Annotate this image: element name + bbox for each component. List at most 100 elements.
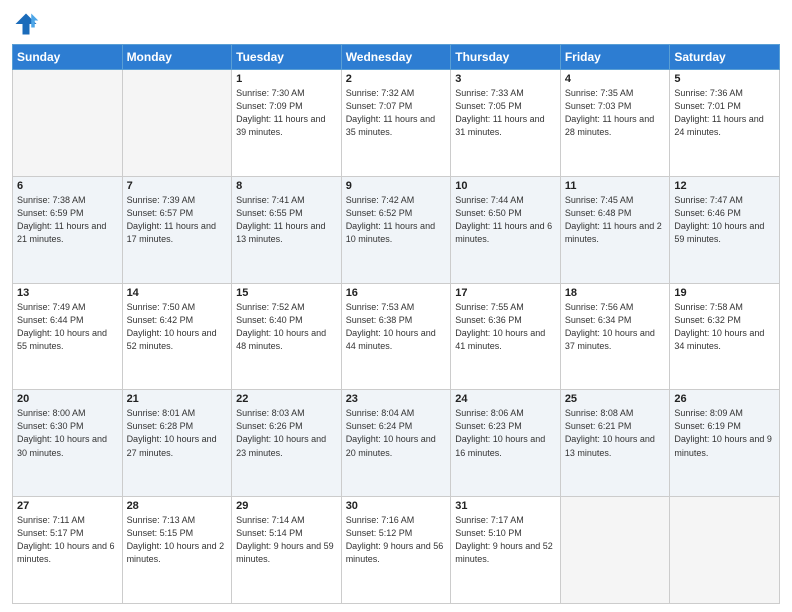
calendar-cell: 9 Sunrise: 7:42 AM Sunset: 6:52 PM Daylig…	[341, 176, 451, 283]
day-number: 20	[17, 393, 118, 405]
calendar-cell: 23 Sunrise: 8:04 AM Sunset: 6:24 PM Dayli…	[341, 390, 451, 497]
calendar-cell: 22Sunrise: 8:03 AM Sunset: 6:26 PM Dayli…	[232, 390, 342, 497]
day-info: Sunrise: 7:39 AM Sunset: 6:57 PM Dayligh…	[127, 194, 228, 246]
calendar-cell: 24 Sunrise: 8:06 AM Sunset: 6:23 PM Dayli…	[451, 390, 561, 497]
day-info: Sunrise: 7:36 AM Sunset: 7:01 PM Dayligh…	[674, 87, 775, 139]
day-number: 6	[17, 180, 118, 192]
day-number: 10	[455, 180, 556, 192]
calendar-cell: 11 Sunrise: 7:45 AM Sunset: 6:48 PM Dayli…	[560, 176, 670, 283]
day-number: 25	[565, 393, 666, 405]
day-number: 3	[455, 73, 556, 85]
day-info: Sunrise: 7:11 AM Sunset: 5:17 PM Dayligh…	[17, 514, 118, 566]
calendar-cell	[560, 497, 670, 604]
day-info: Sunrise: 7:56 AM Sunset: 6:34 PM Dayligh…	[565, 301, 666, 353]
calendar-header-monday: Monday	[122, 45, 232, 70]
calendar-week-1: 1 Sunrise: 7:30 AM Sunset: 7:09 PM Daylig…	[13, 70, 780, 177]
day-info: Sunrise: 7:44 AM Sunset: 6:50 PM Dayligh…	[455, 194, 556, 246]
day-info: Sunrise: 7:50 AM Sunset: 6:42 PM Dayligh…	[127, 301, 228, 353]
calendar-header-saturday: Saturday	[670, 45, 780, 70]
logo-icon	[12, 10, 40, 38]
day-info: Sunrise: 7:17 AM Sunset: 5:10 PM Dayligh…	[455, 514, 556, 566]
day-number: 18	[565, 287, 666, 299]
calendar-cell: 4 Sunrise: 7:35 AM Sunset: 7:03 PM Daylig…	[560, 70, 670, 177]
calendar-cell: 10 Sunrise: 7:44 AM Sunset: 6:50 PM Dayli…	[451, 176, 561, 283]
calendar-cell: 17Sunrise: 7:55 AM Sunset: 6:36 PM Dayli…	[451, 283, 561, 390]
calendar-cell: 20 Sunrise: 8:00 AM Sunset: 6:30 PM Dayli…	[13, 390, 123, 497]
calendar-header-sunday: Sunday	[13, 45, 123, 70]
calendar-header-friday: Friday	[560, 45, 670, 70]
day-number: 21	[127, 393, 228, 405]
calendar-cell	[670, 497, 780, 604]
day-info: Sunrise: 7:32 AM Sunset: 7:07 PM Dayligh…	[346, 87, 447, 139]
calendar-header-wednesday: Wednesday	[341, 45, 451, 70]
day-info: Sunrise: 7:30 AM Sunset: 7:09 PM Dayligh…	[236, 87, 337, 139]
day-number: 30	[346, 500, 447, 512]
day-info: Sunrise: 7:16 AM Sunset: 5:12 PM Dayligh…	[346, 514, 447, 566]
calendar-week-4: 20 Sunrise: 8:00 AM Sunset: 6:30 PM Dayli…	[13, 390, 780, 497]
day-info: Sunrise: 7:55 AM Sunset: 6:36 PM Dayligh…	[455, 301, 556, 353]
calendar-cell: 26Sunrise: 8:09 AM Sunset: 6:19 PM Dayli…	[670, 390, 780, 497]
day-info: Sunrise: 7:42 AM Sunset: 6:52 PM Dayligh…	[346, 194, 447, 246]
day-number: 4	[565, 73, 666, 85]
day-number: 23	[346, 393, 447, 405]
day-number: 19	[674, 287, 775, 299]
day-number: 13	[17, 287, 118, 299]
calendar-cell: 8Sunrise: 7:41 AM Sunset: 6:55 PM Daylig…	[232, 176, 342, 283]
day-info: Sunrise: 8:06 AM Sunset: 6:23 PM Dayligh…	[455, 407, 556, 459]
calendar-cell: 18 Sunrise: 7:56 AM Sunset: 6:34 PM Dayli…	[560, 283, 670, 390]
day-info: Sunrise: 8:08 AM Sunset: 6:21 PM Dayligh…	[565, 407, 666, 459]
calendar-cell: 2Sunrise: 7:32 AM Sunset: 7:07 PM Daylig…	[341, 70, 451, 177]
day-number: 31	[455, 500, 556, 512]
header	[12, 10, 780, 38]
day-info: Sunrise: 8:01 AM Sunset: 6:28 PM Dayligh…	[127, 407, 228, 459]
day-number: 26	[674, 393, 775, 405]
day-info: Sunrise: 7:14 AM Sunset: 5:14 PM Dayligh…	[236, 514, 337, 566]
day-number: 15	[236, 287, 337, 299]
calendar-cell: 15 Sunrise: 7:52 AM Sunset: 6:40 PM Dayli…	[232, 283, 342, 390]
day-info: Sunrise: 8:03 AM Sunset: 6:26 PM Dayligh…	[236, 407, 337, 459]
calendar-cell: 19Sunrise: 7:58 AM Sunset: 6:32 PM Dayli…	[670, 283, 780, 390]
day-number: 29	[236, 500, 337, 512]
day-info: Sunrise: 8:00 AM Sunset: 6:30 PM Dayligh…	[17, 407, 118, 459]
day-info: Sunrise: 7:33 AM Sunset: 7:05 PM Dayligh…	[455, 87, 556, 139]
day-number: 8	[236, 180, 337, 192]
day-number: 1	[236, 73, 337, 85]
day-number: 24	[455, 393, 556, 405]
calendar-cell: 14 Sunrise: 7:50 AM Sunset: 6:42 PM Dayli…	[122, 283, 232, 390]
calendar-week-3: 13 Sunrise: 7:49 AM Sunset: 6:44 PM Dayli…	[13, 283, 780, 390]
day-info: Sunrise: 7:52 AM Sunset: 6:40 PM Dayligh…	[236, 301, 337, 353]
calendar-cell: 7Sunrise: 7:39 AM Sunset: 6:57 PM Daylig…	[122, 176, 232, 283]
calendar-cell: 16 Sunrise: 7:53 AM Sunset: 6:38 PM Dayli…	[341, 283, 451, 390]
calendar-cell: 29 Sunrise: 7:14 AM Sunset: 5:14 PM Dayli…	[232, 497, 342, 604]
day-info: Sunrise: 8:04 AM Sunset: 6:24 PM Dayligh…	[346, 407, 447, 459]
calendar-header-tuesday: Tuesday	[232, 45, 342, 70]
calendar-cell: 30 Sunrise: 7:16 AM Sunset: 5:12 PM Dayli…	[341, 497, 451, 604]
calendar-header-row: SundayMondayTuesdayWednesdayThursdayFrid…	[13, 45, 780, 70]
day-info: Sunrise: 7:38 AM Sunset: 6:59 PM Dayligh…	[17, 194, 118, 246]
day-number: 11	[565, 180, 666, 192]
calendar: SundayMondayTuesdayWednesdayThursdayFrid…	[12, 44, 780, 604]
day-number: 9	[346, 180, 447, 192]
day-info: Sunrise: 7:49 AM Sunset: 6:44 PM Dayligh…	[17, 301, 118, 353]
calendar-cell: 28Sunrise: 7:13 AM Sunset: 5:15 PM Dayli…	[122, 497, 232, 604]
calendar-cell: 27Sunrise: 7:11 AM Sunset: 5:17 PM Dayli…	[13, 497, 123, 604]
calendar-cell: 5 Sunrise: 7:36 AM Sunset: 7:01 PM Daylig…	[670, 70, 780, 177]
day-info: Sunrise: 7:35 AM Sunset: 7:03 PM Dayligh…	[565, 87, 666, 139]
day-number: 28	[127, 500, 228, 512]
calendar-cell: 25 Sunrise: 8:08 AM Sunset: 6:21 PM Dayli…	[560, 390, 670, 497]
logo	[12, 10, 44, 38]
calendar-cell: 6 Sunrise: 7:38 AM Sunset: 6:59 PM Daylig…	[13, 176, 123, 283]
calendar-week-5: 27Sunrise: 7:11 AM Sunset: 5:17 PM Dayli…	[13, 497, 780, 604]
calendar-cell: 13 Sunrise: 7:49 AM Sunset: 6:44 PM Dayli…	[13, 283, 123, 390]
calendar-cell: 31 Sunrise: 7:17 AM Sunset: 5:10 PM Dayli…	[451, 497, 561, 604]
calendar-cell	[13, 70, 123, 177]
day-number: 14	[127, 287, 228, 299]
day-info: Sunrise: 7:45 AM Sunset: 6:48 PM Dayligh…	[565, 194, 666, 246]
day-number: 5	[674, 73, 775, 85]
calendar-cell: 3 Sunrise: 7:33 AM Sunset: 7:05 PM Daylig…	[451, 70, 561, 177]
calendar-week-2: 6 Sunrise: 7:38 AM Sunset: 6:59 PM Daylig…	[13, 176, 780, 283]
calendar-cell: 12Sunrise: 7:47 AM Sunset: 6:46 PM Dayli…	[670, 176, 780, 283]
day-info: Sunrise: 7:53 AM Sunset: 6:38 PM Dayligh…	[346, 301, 447, 353]
calendar-header-thursday: Thursday	[451, 45, 561, 70]
day-number: 16	[346, 287, 447, 299]
